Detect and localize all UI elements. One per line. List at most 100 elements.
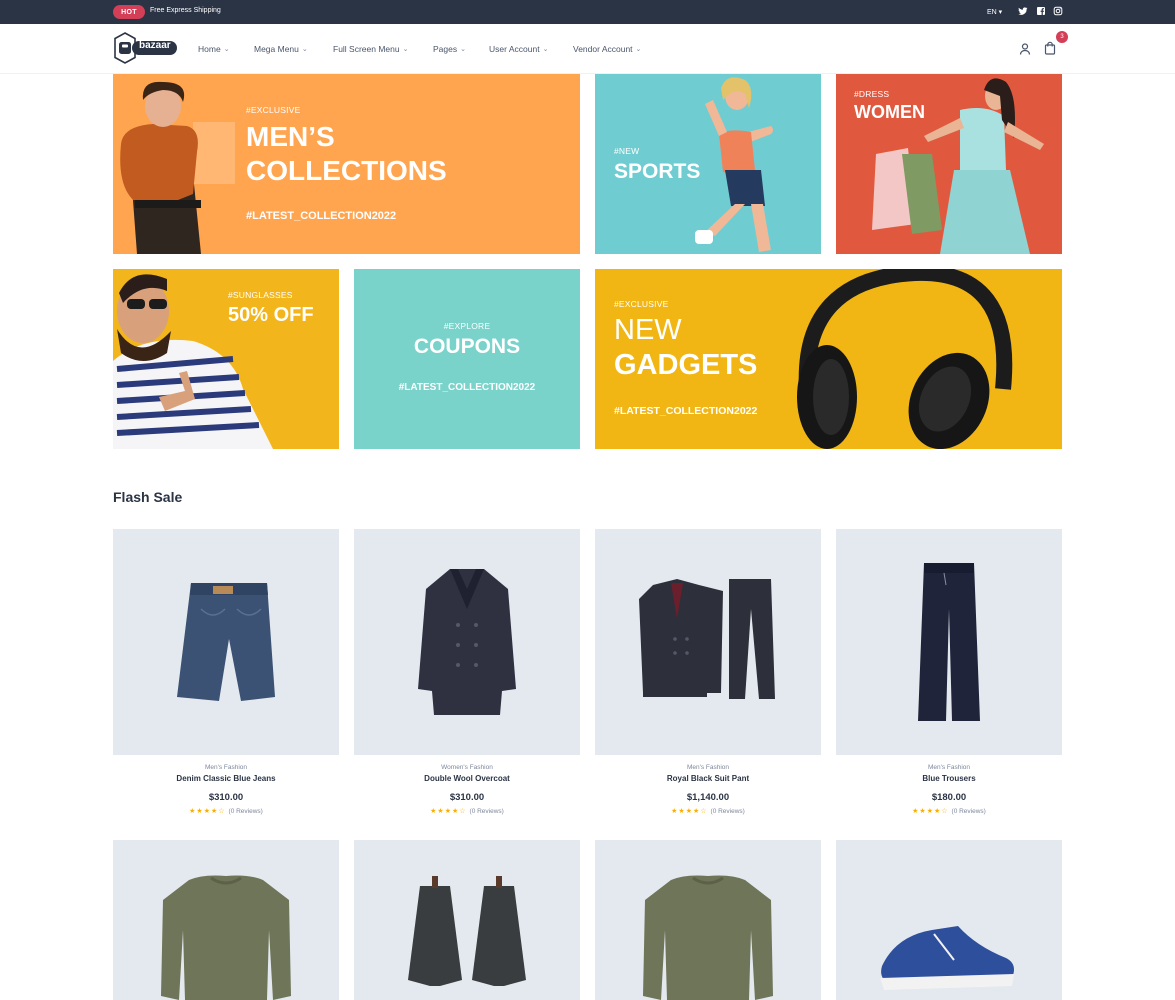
banner-title-line1: MEN’S — [246, 121, 335, 152]
main-header: bazaar Home ⌄ Mega Menu ⌄ Full Screen Menu… — [0, 24, 1175, 74]
review-count: (0 Reviews) — [951, 808, 986, 815]
star-rating-icon: ★★★★☆ — [912, 808, 949, 815]
star-rating-icon: ★★★★☆ — [189, 808, 226, 815]
jeans-image — [177, 583, 275, 701]
banner-women[interactable]: #DRESS WOMEN — [836, 74, 1062, 254]
nav-label: Home — [198, 44, 221, 54]
product-category: Women's Fashion — [441, 764, 493, 771]
product-card[interactable] — [113, 840, 339, 1000]
product-price: $310.00 — [449, 792, 485, 803]
model-image — [113, 274, 273, 449]
product-card[interactable]: Men's Fashion Denim Classic Blue Jeans $… — [113, 529, 339, 815]
product-image[interactable] — [836, 529, 1062, 755]
banner-title-line1: NEW — [614, 314, 682, 346]
review-count: (0 Reviews) — [469, 808, 504, 815]
product-category: Men's Fashion — [927, 764, 971, 771]
product-name[interactable]: Royal Black Suit Pant — [595, 774, 821, 783]
cart-count-badge: 3 — [1056, 31, 1068, 43]
product-card[interactable] — [595, 840, 821, 1000]
product-category: Men's Fashion — [204, 764, 248, 771]
banner-tag: #EXCLUSIVE — [246, 105, 301, 115]
product-rating: ★★★★☆ (0 Reviews) — [113, 807, 339, 815]
review-count: (0 Reviews) — [710, 808, 745, 815]
facebook-icon[interactable] — [1036, 6, 1046, 16]
model-image — [120, 81, 235, 254]
product-card[interactable] — [836, 840, 1062, 1000]
coats-image — [408, 876, 526, 986]
nav-label: Pages — [433, 44, 458, 54]
banner-coupons[interactable]: #EXPLORE COUPONS #LATEST_COLLECTION2022 — [354, 269, 580, 449]
banner-tag: #NEW — [614, 146, 640, 156]
review-count: (0 Reviews) — [228, 808, 263, 815]
banner-title-line2: COLLECTIONS — [246, 155, 447, 186]
chevron-down-icon: ⌄ — [301, 46, 308, 53]
product-card[interactable]: Women's Fashion Double Wool Overcoat $31… — [354, 529, 580, 815]
nav-label: User Account — [489, 44, 540, 54]
cart-icon[interactable] — [1043, 41, 1057, 55]
banner-title: 50% OFF — [228, 304, 314, 326]
banner-subtitle: #LATEST_COLLECTION2022 — [398, 382, 536, 393]
suit-image — [639, 579, 775, 699]
product-image[interactable] — [595, 529, 821, 755]
banner-title: SPORTS — [614, 160, 701, 183]
banner-mens-collections[interactable]: #EXCLUSIVE MEN’S COLLECTIONS #LATEST_COL… — [113, 74, 580, 254]
overcoat-image — [418, 569, 516, 715]
chevron-down-icon: ⌄ — [402, 46, 409, 53]
banner-title-line2: GADGETS — [614, 349, 758, 381]
product-name[interactable]: Blue Trousers — [836, 774, 1062, 783]
product-rating: ★★★★☆ (0 Reviews) — [595, 807, 821, 815]
star-rating-icon: ★★★★☆ — [430, 808, 467, 815]
banner-sports[interactable]: #NEW SPORTS — [595, 74, 821, 254]
shipping-text: Free Express Shipping — [150, 7, 221, 14]
banner-tag: #SUNGLASSES — [228, 290, 293, 300]
chevron-down-icon: ⌄ — [542, 46, 549, 53]
nav-home[interactable]: Home ⌄ — [198, 44, 230, 54]
product-rating: ★★★★☆ (0 Reviews) — [836, 807, 1062, 815]
nav-label: Mega Menu — [254, 44, 299, 54]
banner-sunglasses[interactable]: #SUNGLASSES 50% OFF — [113, 269, 339, 449]
banner-gadgets[interactable]: #EXCLUSIVE NEW GADGETS #LATEST_COLLECTIO… — [595, 269, 1062, 449]
product-card[interactable]: Men's Fashion Blue Trousers $180.00 ★★★★… — [836, 529, 1062, 815]
nav-mega-menu[interactable]: Mega Menu ⌄ — [254, 44, 308, 54]
nav-user-account[interactable]: User Account ⌄ — [489, 44, 548, 54]
product-card[interactable] — [354, 840, 580, 1000]
product-image[interactable] — [113, 529, 339, 755]
section-title: Flash Sale — [113, 489, 183, 505]
banner-tag: #EXCLUSIVE — [614, 299, 669, 309]
trousers-image — [918, 563, 980, 721]
product-rating: ★★★★☆ (0 Reviews) — [354, 807, 580, 815]
chevron-down-icon: ⌄ — [460, 46, 466, 53]
user-icon[interactable] — [1018, 42, 1032, 56]
banner-subtitle: #LATEST_COLLECTION2022 — [246, 210, 397, 222]
banner-subtitle: #LATEST_COLLECTION2022 — [614, 405, 758, 417]
nav-pages[interactable]: Pages ⌄ — [433, 44, 466, 54]
nav-label: Vendor Account — [573, 44, 633, 54]
star-rating-icon: ★★★★☆ — [671, 808, 708, 815]
product-category: Men's Fashion — [686, 764, 730, 771]
product-name[interactable]: Double Wool Overcoat — [354, 774, 580, 783]
product-card[interactable]: Men's Fashion Royal Black Suit Pant $1,1… — [595, 529, 821, 815]
product-name[interactable]: Denim Classic Blue Jeans — [113, 774, 339, 783]
nav-vendor-account[interactable]: Vendor Account ⌄ — [573, 44, 641, 54]
sweater-image — [161, 875, 291, 1000]
banner-tag: #DRESS — [854, 89, 890, 99]
nav-full-screen-menu[interactable]: Full Screen Menu ⌄ — [333, 44, 409, 54]
banner-tag: #EXPLORE — [443, 321, 491, 331]
logo-text: bazaar — [139, 40, 171, 51]
product-image[interactable] — [354, 529, 580, 755]
language-selector[interactable]: EN ▾ — [987, 8, 1002, 16]
banner-title: COUPONS — [413, 335, 521, 358]
sweater-image — [643, 875, 773, 1000]
model-image — [872, 78, 1044, 254]
instagram-icon[interactable] — [1053, 6, 1063, 16]
product-price: $1,140.00 — [686, 792, 730, 803]
chevron-down-icon: ⌄ — [635, 46, 642, 53]
twitter-icon[interactable] — [1018, 6, 1028, 16]
banner-title: WOMEN — [854, 102, 925, 122]
top-bar: HOT Free Express Shipping EN ▾ — [0, 0, 1175, 24]
chevron-down-icon: ⌄ — [223, 46, 230, 53]
nav-label: Full Screen Menu — [333, 44, 400, 54]
product-price: $310.00 — [208, 792, 244, 803]
sneakers-image — [880, 926, 1014, 990]
hot-badge: HOT — [113, 5, 145, 19]
